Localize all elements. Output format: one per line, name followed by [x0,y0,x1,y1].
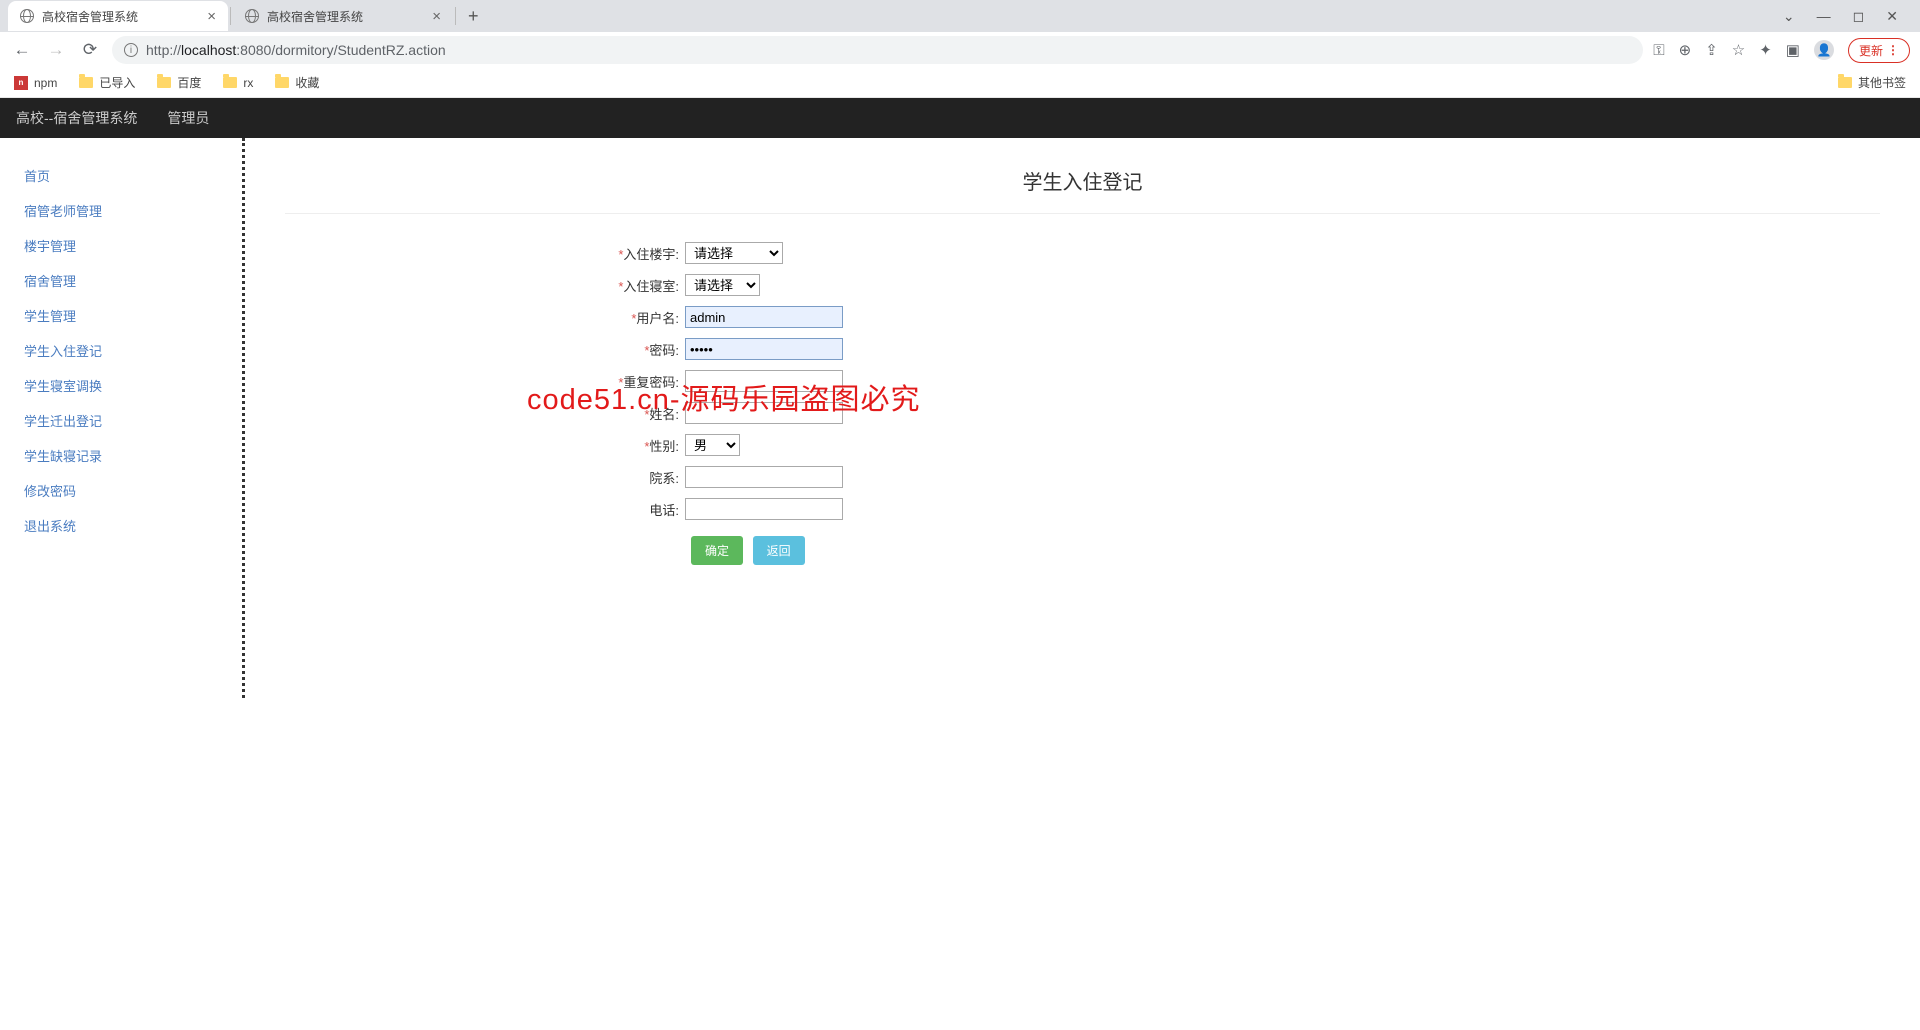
other-bookmarks[interactable]: 其他书签 [1838,74,1906,91]
extension-icon[interactable]: ✦ [1759,41,1772,59]
sidebar-item-dorm-mgmt[interactable]: 宿舍管理 [24,263,242,298]
phone-input[interactable] [685,498,843,520]
page-title: 学生入住登记 [285,158,1880,214]
folder-icon [157,77,171,88]
room-select[interactable]: 请选择 [685,274,760,296]
dept-input[interactable] [685,466,843,488]
bookmark-item[interactable]: 百度 [157,74,201,91]
building-label: *入住楼宇: [285,244,685,263]
address-bar-row: ← → ⟳ i http://localhost:8080/dormitory/… [0,32,1920,68]
repassword-label: *重复密码: [285,372,685,391]
sidebar-item-home[interactable]: 首页 [24,158,242,193]
star-icon[interactable]: ☆ [1732,41,1745,59]
sidebar-item-absence[interactable]: 学生缺寝记录 [24,438,242,473]
sidebar-item-teacher-mgmt[interactable]: 宿管老师管理 [24,193,242,228]
zoom-icon[interactable]: ⊕ [1679,41,1692,59]
bookmarks-bar: nnpm 已导入 百度 rx 收藏 其他书签 [0,68,1920,98]
form-row-building: *入住楼宇: 请选择 [285,242,1880,264]
form-row-username: *用户名: [285,306,1880,328]
form-row-room: *入住寝室: 请选择 [285,274,1880,296]
submit-button[interactable]: 确定 [691,536,743,565]
name-label: *姓名: [285,404,685,423]
sidebar-item-checkin[interactable]: 学生入住登记 [24,333,242,368]
url-bar[interactable]: i http://localhost:8080/dormitory/Studen… [112,36,1643,64]
tab-separator [455,7,456,25]
browser-tab[interactable]: 高校宿舍管理系统 × [8,1,228,31]
window-controls: ⌄ — ◻ ✕ [1783,8,1912,25]
form-row-phone: 电话: [285,498,1880,520]
form-row-repassword: *重复密码: [285,370,1880,392]
browser-tab[interactable]: 高校宿舍管理系统 × [233,1,453,31]
close-icon[interactable]: × [432,8,441,25]
forward-icon[interactable]: → [44,40,68,60]
folder-icon [223,77,237,88]
gender-select[interactable]: 男 [685,434,740,456]
sidebar-item-checkout[interactable]: 学生迁出登记 [24,403,242,438]
folder-icon [275,77,289,88]
minimize-icon[interactable]: — [1817,8,1831,25]
gender-label: *性别: [285,436,685,455]
main: 学生入住登记 *入住楼宇: 请选择 *入住寝室: 请选择 *用户名: *密码: … [245,138,1920,698]
sidebar-item-student-mgmt[interactable]: 学生管理 [24,298,242,333]
sidebar-item-swap[interactable]: 学生寝室调换 [24,368,242,403]
folder-icon [79,77,93,88]
repassword-input[interactable] [685,370,843,392]
close-window-icon[interactable]: ✕ [1886,8,1898,25]
tab-title: 高校宿舍管理系统 [42,8,138,25]
chevron-down-icon[interactable]: ⌄ [1783,8,1795,25]
globe-icon [20,9,34,23]
form-row-dept: 院系: [285,466,1880,488]
panel-icon[interactable]: ▣ [1786,41,1800,59]
form-row-gender: *性别: 男 [285,434,1880,456]
back-icon[interactable]: ← [10,40,34,60]
reload-icon[interactable]: ⟳ [78,40,102,60]
avatar-icon[interactable]: 👤 [1814,40,1834,60]
form-row-password: *密码: [285,338,1880,360]
building-select[interactable]: 请选择 [685,242,783,264]
chrome-actions: ⚿ ⊕ ⇪ ☆ ✦ ▣ 👤 更新 ⋮ [1653,38,1910,63]
back-button[interactable]: 返回 [753,536,805,565]
tab-title: 高校宿舍管理系统 [267,8,363,25]
form-actions: 确定 返回 [285,536,1880,565]
dept-label: 院系: [285,468,685,487]
user-role: 管理员 [167,108,209,128]
bookmark-item[interactable]: nnpm [14,76,57,90]
bookmark-item[interactable]: 收藏 [275,74,319,91]
name-input[interactable] [685,402,843,424]
username-label: *用户名: [285,308,685,327]
maximize-icon[interactable]: ◻ [1853,8,1865,25]
menu-dots-icon: ⋮ [1887,43,1899,57]
info-icon[interactable]: i [124,43,138,57]
sidebar-item-password[interactable]: 修改密码 [24,473,242,508]
folder-icon [1838,77,1852,88]
app-header: 高校--宿舍管理系统 管理员 [0,98,1920,138]
bookmark-item[interactable]: 已导入 [79,74,135,91]
sidebar-item-building-mgmt[interactable]: 楼宇管理 [24,228,242,263]
bookmark-item[interactable]: rx [223,76,253,90]
tab-bar: 高校宿舍管理系统 × 高校宿舍管理系统 × + ⌄ — ◻ ✕ [0,0,1920,32]
sidebar: 首页 宿管老师管理 楼宇管理 宿舍管理 学生管理 学生入住登记 学生寝室调换 学… [0,138,245,698]
update-button[interactable]: 更新 ⋮ [1848,38,1910,63]
sidebar-item-logout[interactable]: 退出系统 [24,508,242,543]
form-row-name: *姓名: [285,402,1880,424]
globe-icon [245,9,259,23]
phone-label: 电话: [285,500,685,519]
close-icon[interactable]: × [207,8,216,25]
tab-separator [230,7,231,25]
share-icon[interactable]: ⇪ [1705,41,1718,59]
password-label: *密码: [285,340,685,359]
url-text: http://localhost:8080/dormitory/StudentR… [146,42,446,58]
username-input[interactable] [685,306,843,328]
new-tab-button[interactable]: + [458,6,489,27]
content: 首页 宿管老师管理 楼宇管理 宿舍管理 学生管理 学生入住登记 学生寝室调换 学… [0,138,1920,698]
password-input[interactable] [685,338,843,360]
room-label: *入住寝室: [285,276,685,295]
key-icon[interactable]: ⚿ [1653,42,1664,59]
browser-chrome: 高校宿舍管理系统 × 高校宿舍管理系统 × + ⌄ — ◻ ✕ ← → ⟳ i … [0,0,1920,98]
app-title: 高校--宿舍管理系统 [16,108,137,128]
npm-icon: n [14,76,28,90]
